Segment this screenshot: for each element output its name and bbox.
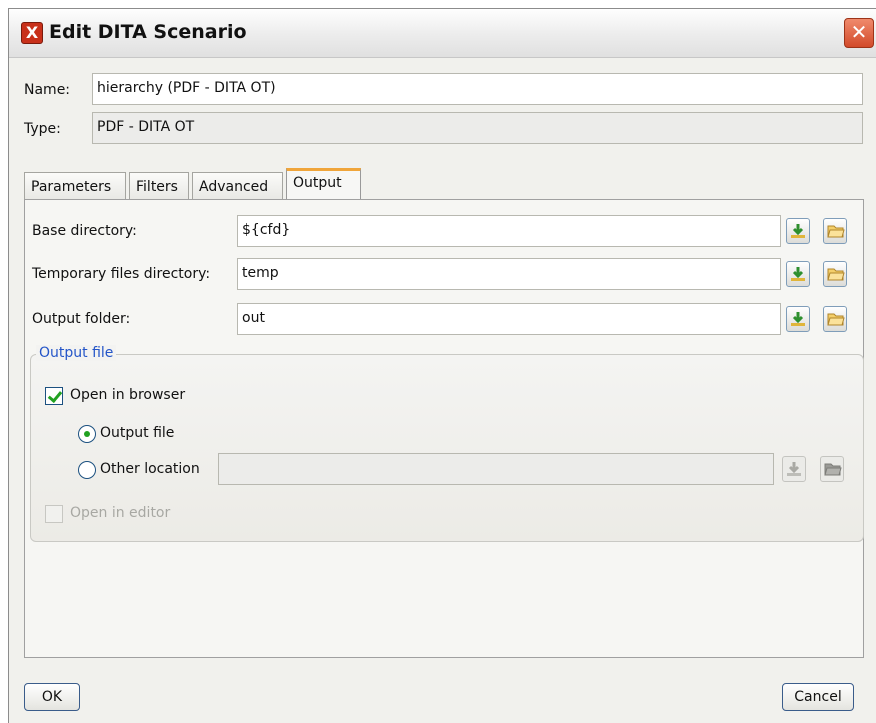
close-button[interactable]: ✕ [844, 18, 874, 48]
other-location-radio[interactable] [78, 461, 96, 479]
type-field: PDF - DITA OT [92, 112, 863, 144]
tab-parameters[interactable]: Parameters [24, 172, 126, 200]
insert-editor-variables-icon [787, 462, 801, 476]
close-icon: ✕ [850, 20, 868, 44]
output-folder-label: Output folder: [32, 311, 131, 327]
insert-editor-variables-icon [791, 224, 805, 238]
name-label: Name: [24, 82, 71, 98]
insert-editor-variables-icon [791, 312, 805, 326]
tab-filters[interactable]: Filters [129, 172, 189, 200]
temp-directory-field[interactable]: temp [237, 258, 781, 290]
output-file-radio-label[interactable]: Output file [100, 425, 174, 441]
browse-folder-icon [827, 225, 845, 238]
other-location-radio-label[interactable]: Other location [100, 461, 200, 477]
output-folder-field[interactable]: out [237, 303, 781, 335]
open-in-browser-checkbox[interactable] [45, 387, 63, 405]
temp-directory-label: Temporary files directory: [32, 266, 211, 282]
ok-button[interactable]: OK [24, 683, 80, 711]
other-location-browse-button [820, 456, 844, 482]
temp-directory-browse-button[interactable] [823, 261, 847, 287]
output-file-radio[interactable] [78, 425, 96, 443]
browse-folder-icon [827, 268, 845, 281]
base-directory-insert-variables-button[interactable] [786, 218, 810, 244]
app-icon: X [21, 22, 43, 44]
base-directory-field[interactable]: ${cfd} [237, 215, 781, 247]
output-file-group-title: Output file [36, 345, 117, 361]
other-location-field [218, 453, 774, 485]
base-directory-label: Base directory: [32, 223, 137, 239]
type-label: Type: [24, 121, 61, 137]
insert-editor-variables-icon [791, 267, 805, 281]
tab-output[interactable]: Output [286, 168, 361, 200]
tab-advanced[interactable]: Advanced [192, 172, 283, 200]
browse-folder-icon [824, 463, 842, 476]
cancel-button[interactable]: Cancel [782, 683, 854, 711]
name-field[interactable]: hierarchy (PDF - DITA OT) [92, 73, 863, 105]
other-location-insert-variables-button [782, 456, 806, 482]
open-in-browser-label[interactable]: Open in browser [70, 387, 185, 403]
output-folder-insert-variables-button[interactable] [786, 306, 810, 332]
base-directory-browse-button[interactable] [823, 218, 847, 244]
output-folder-browse-button[interactable] [823, 306, 847, 332]
temp-directory-insert-variables-button[interactable] [786, 261, 810, 287]
dialog-title: Edit DITA Scenario [49, 21, 247, 43]
open-in-editor-label: Open in editor [70, 505, 171, 521]
browse-folder-icon [827, 313, 845, 326]
title-bar[interactable]: X Edit DITA Scenario ✕ [9, 9, 876, 58]
open-in-editor-checkbox [45, 505, 63, 523]
